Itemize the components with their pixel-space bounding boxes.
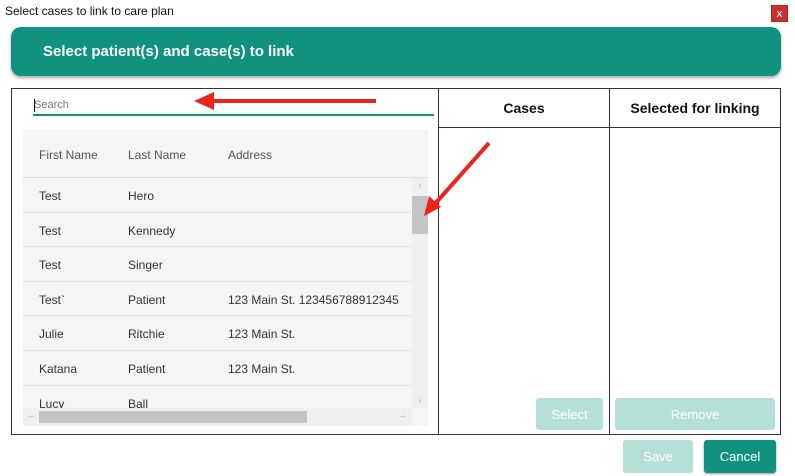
table-row[interactable]: Test Kennedy (23, 213, 411, 248)
cases-column: Cases Select (438, 89, 609, 434)
vertical-scrollbar[interactable]: ↑ ↓ (412, 178, 428, 408)
address-cell: 123 Main St. (228, 361, 296, 376)
patient-column: First Name Last Name Address Test Hero T… (12, 89, 438, 434)
table-row[interactable]: Julie Ritchie 123 Main St. (23, 316, 411, 351)
window-title: Select cases to link to care plan (5, 4, 174, 18)
scroll-down-icon[interactable]: ↓ (412, 394, 428, 404)
last-name-cell: Singer (128, 258, 163, 273)
column-header-first-name[interactable]: First Name (39, 148, 98, 162)
patient-grid: First Name Last Name Address Test Hero T… (23, 130, 428, 426)
save-button[interactable]: Save (623, 440, 693, 473)
header-banner: Select patient(s) and case(s) to link (11, 27, 781, 76)
last-name-cell: Kennedy (128, 223, 176, 238)
search-input[interactable] (33, 96, 434, 116)
select-button[interactable]: Select (536, 398, 603, 430)
table-row[interactable]: Test Singer (23, 247, 411, 282)
vertical-scroll-thumb[interactable] (412, 196, 428, 234)
last-name-cell: Patient (128, 292, 166, 307)
grid-rows: Test Hero Test Kennedy Test Singer Test`… (23, 178, 411, 408)
horizontal-scroll-thumb[interactable] (39, 411, 307, 423)
address-cell: 123 Main St. 123456788912345 (228, 292, 399, 307)
table-row[interactable]: Lucy Ball (23, 386, 411, 408)
grid-header: First Name Last Name Address (23, 130, 428, 178)
first-name-cell: Lucy (39, 396, 65, 408)
scroll-right-icon[interactable]: → (397, 410, 407, 421)
table-row[interactable]: Katana Patient 123 Main St. (23, 351, 411, 386)
last-name-cell: Ball (128, 396, 149, 408)
first-name-cell: Katana (39, 361, 78, 376)
column-header-last-name[interactable]: Last Name (128, 148, 186, 162)
first-name-cell: Test (39, 258, 62, 273)
last-name-cell: Hero (128, 189, 155, 203)
table-row[interactable]: Test` Patient 123 Main St. 1234567889123… (23, 282, 411, 317)
banner-title: Select patient(s) and case(s) to link (43, 43, 294, 60)
selection-panel: First Name Last Name Address Test Hero T… (11, 88, 781, 435)
first-name-cell: Test` (39, 292, 66, 307)
remove-button[interactable]: Remove (615, 398, 775, 430)
address-cell: 123 Main St. (228, 327, 296, 342)
first-name-cell: Test (39, 223, 62, 238)
window-titlebar: Select cases to link to care plan x (0, 0, 795, 24)
scroll-up-icon[interactable]: ↑ (412, 181, 428, 191)
text-caret (34, 99, 35, 112)
column-header-address[interactable]: Address (228, 148, 272, 162)
table-row[interactable]: Test Hero (23, 178, 411, 213)
last-name-cell: Patient (128, 361, 166, 376)
selected-header: Selected for linking (610, 89, 780, 128)
first-name-cell: Julie (39, 327, 64, 342)
scroll-left-icon[interactable]: ← (27, 410, 37, 421)
last-name-cell: Ritchie (128, 327, 165, 342)
close-button[interactable]: x (771, 5, 788, 22)
cases-header: Cases (439, 89, 609, 128)
horizontal-scrollbar[interactable]: ← → (23, 408, 412, 426)
cancel-button[interactable]: Cancel (704, 440, 776, 473)
selected-column: Selected for linking Remove (609, 89, 780, 434)
first-name-cell: Test (39, 189, 62, 203)
